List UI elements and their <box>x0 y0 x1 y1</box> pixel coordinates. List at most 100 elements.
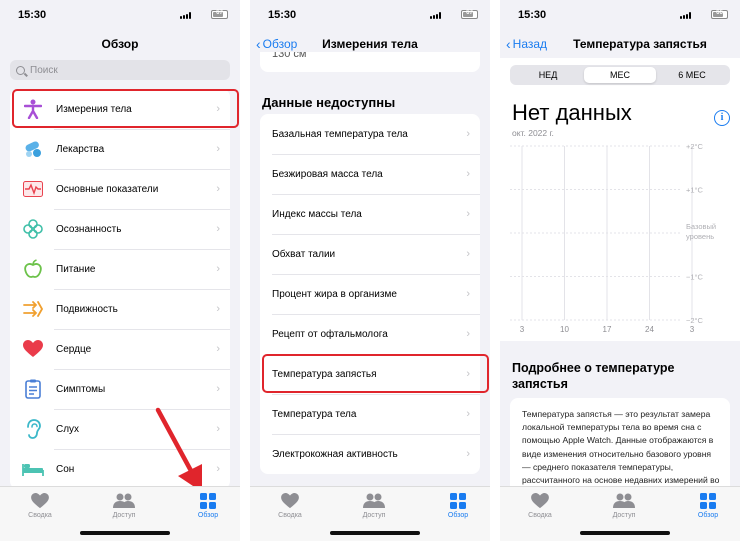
wrist-temperature-screen: 15:30 66 ‹ Назад Температура запястья НЕ… <box>500 0 740 541</box>
measurement-label: Индекс массы тела <box>272 208 362 220</box>
category-row-mobility[interactable]: Подвижность › <box>10 289 230 329</box>
tab-summary[interactable]: Сводка <box>10 493 70 519</box>
battery-level: 67 <box>216 10 223 16</box>
category-row-vitals[interactable]: Основные показатели › <box>10 169 230 209</box>
chevron-right-icon: › <box>216 183 220 195</box>
tab-label: Сводка <box>278 512 302 519</box>
measurement-row[interactable]: Индекс массы тела › <box>260 194 480 234</box>
segment-week[interactable]: НЕД <box>512 67 584 83</box>
home-indicator <box>80 531 170 535</box>
category-label: Подвижность <box>56 303 118 315</box>
hearing-icon <box>22 418 44 440</box>
browse-grid-icon <box>450 493 466 509</box>
tab-label: Сводка <box>28 512 52 519</box>
chart-y-tick-label: уровень <box>686 232 714 241</box>
segment-month[interactable]: МЕС <box>584 67 656 83</box>
chart-x-tick-label: 3 <box>520 325 525 334</box>
chevron-left-icon: ‹ <box>506 36 511 52</box>
info-icon[interactable]: i <box>714 110 730 126</box>
battery-icon: 67 <box>461 10 478 19</box>
tab-bar: Сводка Доступ Обзор <box>250 486 490 541</box>
measurement-row[interactable]: Безжировая масса тела › <box>260 154 480 194</box>
status-bar: 15:30 66 <box>500 0 740 30</box>
measurement-label: Температура тела <box>272 408 357 420</box>
cellular-signal-icon <box>180 12 194 19</box>
browse-grid-icon <box>200 493 216 509</box>
tab-summary[interactable]: Сводка <box>260 493 320 519</box>
measurement-row[interactable]: Базальная температура тела › <box>260 114 480 154</box>
chevron-right-icon: › <box>466 328 470 340</box>
battery-level: 66 <box>716 10 723 16</box>
chart-y-tick-label: Базовый <box>686 222 716 231</box>
period-segmented-control[interactable]: НЕД МЕС 6 МЕС <box>510 65 730 85</box>
body-measurements-screen: 15:30 67 ‹ Обзор Измерения тела 130 см Д… <box>250 0 490 541</box>
red-pointer-arrow <box>155 407 202 492</box>
cellular-signal-icon <box>680 12 694 19</box>
chart-x-tick-label: 24 <box>645 325 654 334</box>
tab-browse[interactable]: Обзор <box>428 493 488 519</box>
tab-sharing[interactable]: Доступ <box>94 493 154 519</box>
measurement-row[interactable]: Температура тела › <box>260 394 480 434</box>
chart-y-tick-label: +1°C <box>686 186 704 195</box>
segment-six-months[interactable]: 6 МЕС <box>656 67 728 83</box>
chart-y-tick-label: +2°C <box>686 142 704 151</box>
chevron-right-icon: › <box>216 143 220 155</box>
category-row-nutrition[interactable]: Питание › <box>10 249 230 289</box>
tab-bar: Сводка Доступ Обзор <box>0 486 240 541</box>
home-indicator <box>330 531 420 535</box>
status-bar: 15:30 67 <box>250 0 490 30</box>
category-label: Сердце <box>56 343 92 355</box>
vitals-icon <box>22 178 44 200</box>
chart-card: НЕД МЕС 6 МЕС Нет данных окт. 2022 г. i … <box>500 58 740 341</box>
tab-label: Обзор <box>197 512 219 519</box>
about-heading: Подробнее о температуре запястья <box>512 361 675 391</box>
battery-icon: 67 <box>211 10 228 19</box>
tab-label: Доступ <box>612 512 636 519</box>
mobility-icon <box>22 298 44 320</box>
measurement-row[interactable]: Процент жира в организме › <box>260 274 480 314</box>
category-row-mindfulness[interactable]: Осознанность › <box>10 209 230 249</box>
sharing-icon <box>363 493 385 508</box>
tab-sharing[interactable]: Доступ <box>594 493 654 519</box>
tab-browse[interactable]: Обзор <box>178 493 238 519</box>
category-label: Питание <box>56 263 96 275</box>
search-input[interactable]: Поиск <box>10 60 230 80</box>
measurement-label: Процент жира в организме <box>272 288 397 300</box>
chevron-right-icon: › <box>466 448 470 460</box>
chevron-right-icon: › <box>216 423 220 435</box>
category-row-symptoms[interactable]: Симптомы › <box>10 369 230 409</box>
medications-icon <box>22 138 44 160</box>
measurement-label: Безжировая масса тела <box>272 168 383 180</box>
page-title: Температура запястья <box>573 37 707 51</box>
measurement-row[interactable]: Рецепт от офтальмолога › <box>260 314 480 354</box>
category-label: Осознанность <box>56 223 122 235</box>
measurement-label: Базальная температура тела <box>272 128 408 140</box>
category-label: Симптомы <box>56 383 106 395</box>
category-label: Слух <box>56 423 80 435</box>
measurement-row[interactable]: Электрокожная активность › <box>260 434 480 474</box>
status-time: 15:30 <box>18 9 47 21</box>
chevron-right-icon: › <box>216 223 220 235</box>
tab-label: Доступ <box>362 512 386 519</box>
clipped-value: 130 см <box>272 52 307 60</box>
category-label: Лекарства <box>56 143 105 155</box>
tab-bar: Сводка Доступ Обзор <box>500 486 740 541</box>
category-label: Основные показатели <box>56 183 159 195</box>
section-header-no-data: Данные недоступны <box>262 95 396 110</box>
measurement-label: Обхват талии <box>272 248 336 260</box>
chart-x-tick-label: 17 <box>603 325 612 334</box>
battery-icon: 66 <box>711 10 728 19</box>
mindfulness-icon <box>22 218 44 240</box>
category-row-medications[interactable]: Лекарства › <box>10 129 230 169</box>
tab-summary[interactable]: Сводка <box>510 493 570 519</box>
cellular-signal-icon <box>430 12 444 19</box>
category-row-heart[interactable]: Сердце › <box>10 329 230 369</box>
measurement-row[interactable]: Обхват талии › <box>260 234 480 274</box>
tab-browse[interactable]: Обзор <box>678 493 738 519</box>
battery-level: 67 <box>466 10 473 16</box>
about-card: Температура запястья — это результат зам… <box>510 398 730 498</box>
temperature-chart: 3 10 17 24 3 +2°C +1°C Базовыйуровень −1°C −2°C <box>510 142 716 334</box>
tab-sharing[interactable]: Доступ <box>344 493 404 519</box>
chevron-right-icon: › <box>216 383 220 395</box>
previous-list-fragment: 130 см <box>260 52 480 72</box>
